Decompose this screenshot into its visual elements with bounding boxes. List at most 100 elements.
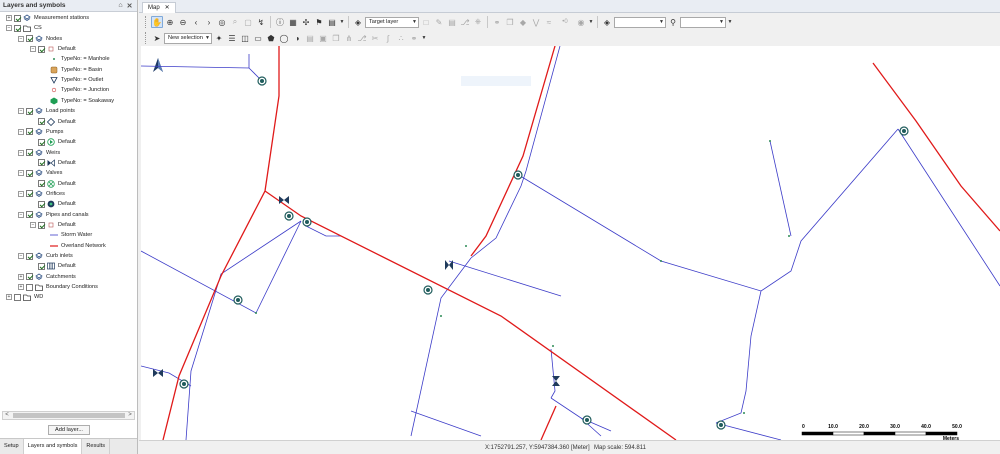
visibility-checkbox[interactable] bbox=[26, 169, 33, 177]
tree-row[interactable]: − Valves bbox=[18, 168, 62, 178]
tree-row[interactable]: TypeNo: = Soakaway bbox=[42, 96, 114, 106]
collapse-icon[interactable]: − bbox=[18, 149, 24, 156]
tree-row[interactable]: TypeNo: = Manhole bbox=[42, 54, 110, 64]
tab-layers-and-symbols[interactable]: Layers and symbols bbox=[23, 439, 83, 454]
tree-row[interactable]: + Catchments bbox=[18, 272, 76, 282]
visibility-checkbox[interactable] bbox=[26, 283, 33, 291]
pin-icon[interactable]: ⌂ bbox=[116, 2, 125, 9]
tree-row[interactable]: TypeNo: = Junction bbox=[42, 85, 109, 95]
collapse-icon[interactable]: − bbox=[18, 108, 24, 115]
tab-close-icon[interactable]: ✕ bbox=[165, 3, 170, 13]
scroll-right-icon[interactable]: > bbox=[126, 412, 134, 419]
sel-cut-icon[interactable]: ✂ bbox=[369, 32, 381, 44]
pan-hand-icon[interactable]: ✋ bbox=[151, 16, 163, 28]
new-object-icon[interactable]: □ bbox=[420, 16, 432, 28]
vertex-icon[interactable]: ⋁ bbox=[530, 16, 542, 28]
sel-delete-icon[interactable]: ▤ bbox=[304, 32, 316, 44]
manhole-node[interactable] bbox=[716, 420, 726, 430]
manhole-node[interactable] bbox=[513, 170, 523, 180]
zoom-layer-icon[interactable]: ▢ bbox=[242, 16, 254, 28]
visibility-checkbox[interactable] bbox=[38, 262, 45, 270]
tree-row[interactable]: − Weirs bbox=[18, 148, 60, 158]
tree-row[interactable]: Default bbox=[30, 199, 76, 209]
select-list-icon[interactable]: ☰ bbox=[226, 32, 238, 44]
visibility-checkbox[interactable] bbox=[38, 221, 45, 229]
tree-row[interactable]: − Orifices bbox=[18, 189, 65, 199]
attributes-icon[interactable]: ▦ bbox=[287, 16, 299, 28]
sel-branch-icon[interactable]: ⎇ bbox=[356, 32, 368, 44]
select-polygon-icon[interactable]: ⬟ bbox=[265, 32, 277, 44]
manhole-node[interactable] bbox=[423, 285, 433, 295]
tree-row[interactable]: − Default bbox=[30, 220, 76, 230]
expand-icon[interactable]: + bbox=[18, 284, 24, 291]
layers-icon[interactable]: ◈ bbox=[352, 16, 364, 28]
visibility-checkbox[interactable] bbox=[38, 45, 45, 53]
selection-mode-combo[interactable]: New selection ▼ bbox=[164, 32, 212, 44]
search-icon[interactable]: ⚲ bbox=[667, 16, 679, 28]
select-all-icon[interactable]: ✦ bbox=[213, 32, 225, 44]
manhole-node[interactable] bbox=[179, 379, 189, 389]
visibility-checkbox[interactable] bbox=[38, 159, 45, 167]
toggle-icon[interactable]: ◉ bbox=[575, 16, 587, 28]
visibility-checkbox[interactable] bbox=[38, 200, 45, 208]
manhole-node[interactable] bbox=[257, 76, 267, 86]
snap-distance-icon[interactable]: • 0 bbox=[556, 16, 574, 28]
visibility-checkbox[interactable] bbox=[38, 138, 45, 146]
scroll-thumb[interactable] bbox=[13, 413, 125, 418]
globe-icon[interactable]: ◎ bbox=[216, 16, 228, 28]
tree-row[interactable]: TypeNo: = Outlet bbox=[42, 75, 103, 85]
collapse-icon[interactable]: − bbox=[18, 128, 24, 135]
visibility-checkbox[interactable] bbox=[26, 35, 33, 43]
tree-row[interactable]: − Pumps bbox=[18, 127, 63, 137]
invert-selection-icon[interactable]: ◑ bbox=[291, 32, 303, 44]
align-icon[interactable]: ≈ bbox=[543, 16, 555, 28]
visibility-checkbox[interactable] bbox=[26, 252, 33, 260]
visibility-checkbox[interactable] bbox=[26, 149, 33, 157]
edit-icon[interactable]: ✎ bbox=[433, 16, 445, 28]
visibility-checkbox[interactable] bbox=[38, 180, 45, 188]
tree-row[interactable]: Default bbox=[30, 261, 76, 271]
search-combo[interactable]: ▼ bbox=[680, 16, 726, 28]
zoom-out-icon[interactable]: ⊖ bbox=[177, 16, 189, 28]
tree-row[interactable]: Storm Water bbox=[42, 230, 92, 240]
collapse-icon[interactable]: − bbox=[18, 35, 24, 42]
horizontal-scrollbar[interactable]: < > bbox=[2, 411, 135, 420]
select-circle-icon[interactable]: ◯ bbox=[278, 32, 290, 44]
tab-results[interactable]: Results bbox=[82, 439, 111, 454]
visibility-checkbox[interactable] bbox=[14, 24, 21, 32]
dropdown-arrow-icon[interactable]: ▼ bbox=[588, 16, 594, 28]
tree-row[interactable]: Default bbox=[30, 179, 76, 189]
select-rectangle-icon[interactable]: ▭ bbox=[252, 32, 264, 44]
snap-icon[interactable]: ◆ bbox=[517, 16, 529, 28]
tree-row[interactable]: Overland Network bbox=[42, 241, 106, 251]
visibility-checkbox[interactable] bbox=[26, 128, 33, 136]
zoom-in-icon[interactable]: ⊕ bbox=[164, 16, 176, 28]
manhole-node[interactable] bbox=[582, 415, 592, 425]
tree-row[interactable]: + Boundary Conditions bbox=[18, 282, 98, 292]
select-arrow-icon[interactable]: ➤ bbox=[151, 32, 163, 44]
tree-row[interactable]: − Curb inlets bbox=[18, 251, 73, 261]
layer-stack-icon[interactable]: ◈ bbox=[601, 16, 613, 28]
dropdown-arrow-icon[interactable]: ▼ bbox=[727, 16, 733, 28]
dropdown-arrow-icon[interactable]: ▼ bbox=[421, 32, 427, 44]
add-layer-button[interactable]: Add layer... bbox=[48, 425, 90, 435]
sel-trash-icon[interactable]: ▣ bbox=[317, 32, 329, 44]
zoom-selection-icon[interactable]: ⌕ bbox=[229, 16, 241, 28]
manhole-node[interactable] bbox=[284, 211, 294, 221]
tree-row[interactable]: TypeNo: = Basin bbox=[42, 65, 102, 75]
copy-icon[interactable]: ❐ bbox=[504, 16, 516, 28]
layer-combo[interactable]: ▼ bbox=[614, 16, 666, 28]
expand-icon[interactable]: + bbox=[18, 273, 24, 280]
sel-copy-icon[interactable]: ❐ bbox=[330, 32, 342, 44]
collapse-icon[interactable]: − bbox=[18, 211, 24, 218]
tree-row[interactable]: − Default bbox=[30, 44, 76, 54]
manhole-node[interactable] bbox=[233, 295, 243, 305]
visibility-checkbox[interactable] bbox=[26, 107, 33, 115]
tree-row[interactable]: − Pipes and canals bbox=[18, 210, 89, 220]
expand-icon[interactable]: + bbox=[6, 294, 12, 301]
tree-row[interactable]: + Measurement stations bbox=[6, 13, 89, 23]
visibility-checkbox[interactable] bbox=[14, 14, 21, 22]
visibility-checkbox[interactable] bbox=[26, 211, 33, 219]
toolbar-grip[interactable] bbox=[145, 32, 148, 44]
collapse-icon[interactable]: − bbox=[18, 253, 24, 260]
